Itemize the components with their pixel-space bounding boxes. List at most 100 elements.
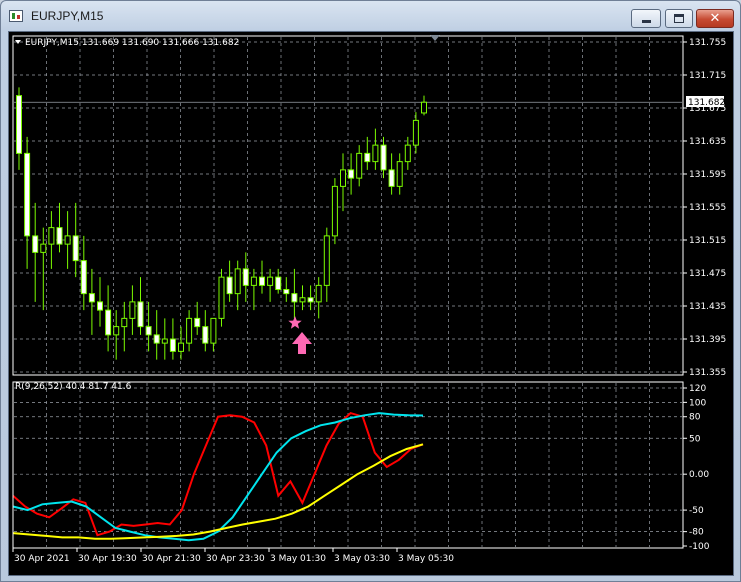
candle-body (145, 326, 152, 336)
candle-body (250, 276, 257, 286)
time-tick-label: 3 May 01:30 (270, 554, 326, 564)
axes: 131.755131.715131.675131.635131.595131.5… (12, 35, 726, 564)
candle-body (16, 95, 22, 154)
window-title: EURJPY,M15 (31, 9, 104, 23)
price-tick-label: 131.555 (689, 203, 726, 213)
candle-body (194, 317, 201, 328)
candle-body (234, 268, 241, 295)
price-tick-label: 131.395 (689, 335, 726, 345)
candle-body (331, 185, 338, 237)
candlestick-series (16, 87, 427, 360)
indicator-tick-label: -80 (689, 528, 704, 538)
candle-body (210, 317, 217, 344)
price-tick-label: 131.595 (689, 170, 726, 180)
time-tick-label: 30 Apr 19:30 (78, 554, 137, 564)
candle-body (24, 152, 31, 237)
candle-body (40, 243, 47, 253)
chart-shift-icon[interactable] (430, 35, 440, 41)
indicator-header: R(9,26,52) 40.4 81.7 41.6 (15, 382, 132, 392)
candle-body (283, 289, 290, 295)
candle-body (72, 235, 79, 262)
candle-body (404, 144, 411, 163)
price-tick-label: 131.515 (689, 236, 726, 246)
indicator-tick-label: 50 (689, 434, 701, 444)
candle-body (113, 326, 120, 336)
candle-body (372, 144, 379, 163)
candle-body (186, 317, 193, 344)
candle-body (299, 297, 306, 303)
candle-body (137, 301, 144, 328)
candle-body (307, 297, 314, 303)
maximize-button[interactable] (665, 9, 693, 28)
chart-canvas[interactable]: 131.755131.715131.675131.635131.595131.5… (9, 32, 733, 575)
chart-window: EURJPY,M15 ✕ 131.755 131.715 131.675 131.63… (0, 0, 741, 582)
time-tick-label: 3 May 03:30 (334, 554, 390, 564)
candle-body (153, 334, 160, 344)
time-tick-label: 30 Apr 2021 (14, 554, 70, 564)
candle-body (396, 161, 403, 187)
candle-body (259, 276, 265, 286)
chart-app-icon (9, 10, 23, 22)
indicator-line-yellow (12, 443, 424, 540)
price-tick-label: 131.355 (689, 368, 726, 378)
candle-body (88, 293, 95, 303)
candle-body (364, 152, 371, 163)
minimize-button[interactable] (631, 9, 661, 28)
candle-body (97, 301, 103, 311)
candle-body (202, 326, 209, 344)
close-button[interactable]: ✕ (696, 9, 734, 28)
indicator-tick-label: 100 (689, 398, 706, 408)
candle-body (64, 235, 71, 245)
time-tick-label: 30 Apr 21:30 (142, 554, 201, 564)
candle-body (412, 119, 419, 146)
candle-body (226, 276, 233, 295)
price-tick-label: 131.635 (689, 137, 726, 147)
candle-body (291, 293, 298, 303)
maximize-icon (666, 10, 692, 27)
price-header: EURJPY,M15 131.669 131.690 131.666 131.6… (25, 38, 239, 48)
candle-body (323, 235, 330, 286)
title-bar[interactable]: EURJPY,M15 ✕ (1, 1, 740, 31)
chart-area[interactable]: 131.755 131.715 131.675 131.635 131.595 131.5… (8, 31, 734, 576)
candle-body (218, 276, 225, 319)
indicator-tick-label: 0.00 (689, 470, 709, 480)
candle-body (80, 260, 87, 295)
candle-body (340, 169, 346, 187)
star-icon (288, 316, 302, 329)
grid-lines (14, 37, 682, 547)
up-arrow-icon (292, 332, 312, 354)
price-tick-label: 131.755 (689, 38, 726, 48)
current-price-label: 131.682 (688, 98, 725, 108)
indicator-line-cyan (12, 412, 424, 542)
candle-body (48, 227, 55, 245)
candle-body (178, 342, 184, 352)
candle-body (56, 227, 63, 245)
candle-body (267, 276, 274, 286)
price-tick-label: 131.435 (689, 302, 726, 312)
price-tick-label: 131.715 (689, 71, 726, 81)
candle-body (421, 101, 427, 114)
close-icon: ✕ (709, 11, 721, 26)
indicator-lines (12, 411, 424, 542)
candle-body (275, 276, 282, 290)
candle-body (315, 284, 322, 303)
candle-body (105, 309, 112, 336)
indicator-tick-label: -50 (689, 506, 704, 516)
time-tick-label: 30 Apr 23:30 (206, 554, 265, 564)
candle-body (32, 235, 39, 253)
candle-body (129, 301, 136, 319)
indicator-tick-label: 80 (689, 413, 701, 423)
candle-body (121, 317, 128, 328)
candle-body (348, 169, 355, 179)
time-tick-label: 3 May 05:30 (398, 554, 454, 564)
candle-body (242, 268, 249, 286)
minimize-icon (632, 10, 660, 27)
indicator-tick-label: 120 (689, 384, 706, 394)
candle-body (161, 338, 168, 344)
candle-body (169, 338, 176, 352)
candle-body (356, 152, 363, 179)
candle-body (380, 144, 387, 171)
candle-body (388, 169, 395, 187)
indicator-tick-label: -100 (689, 542, 710, 552)
price-tick-label: 131.475 (689, 269, 726, 279)
